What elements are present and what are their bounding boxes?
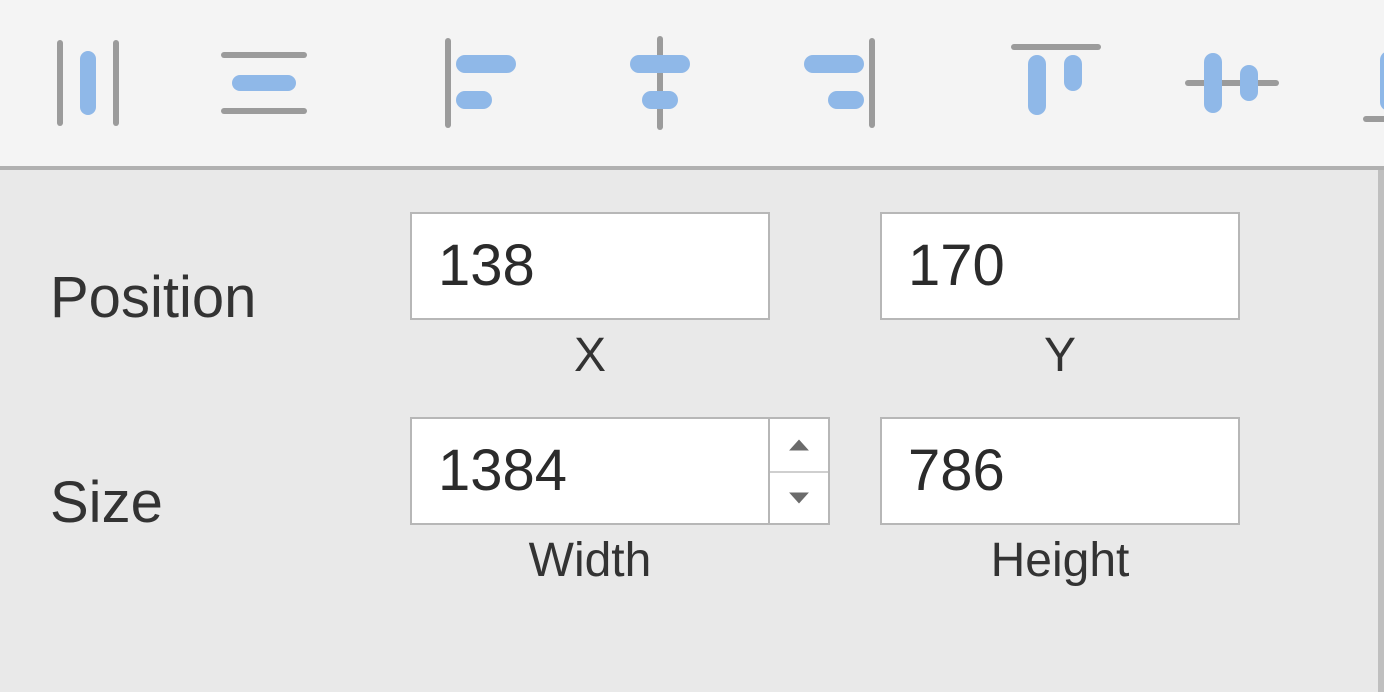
width-stepper xyxy=(770,417,830,525)
align-horizontal-group xyxy=(424,23,896,143)
position-x-sublabel: X xyxy=(410,328,770,383)
position-y-sublabel: Y xyxy=(880,328,1240,383)
size-label: Size xyxy=(50,469,410,536)
alignment-toolbar xyxy=(0,0,1384,170)
size-width-sublabel: Width xyxy=(410,533,770,588)
size-width-input[interactable]: 1384 xyxy=(410,417,770,525)
distribute-horizontal-icon[interactable] xyxy=(28,23,148,143)
align-left-icon[interactable] xyxy=(424,23,544,143)
align-top-icon[interactable] xyxy=(996,23,1116,143)
align-horizontal-center-icon[interactable] xyxy=(600,23,720,143)
position-x-input[interactable]: 138 xyxy=(410,212,770,320)
align-vertical-center-icon[interactable] xyxy=(1172,23,1292,143)
size-row: Size 1384 Width 786 Height xyxy=(50,417,1328,588)
position-y-input[interactable]: 170 xyxy=(880,212,1240,320)
align-right-icon[interactable] xyxy=(776,23,896,143)
size-height-input[interactable]: 786 xyxy=(880,417,1240,525)
distribute-vertical-icon[interactable] xyxy=(204,23,324,143)
align-vertical-group xyxy=(996,23,1384,143)
align-bottom-icon[interactable] xyxy=(1348,23,1384,143)
size-height-sublabel: Height xyxy=(880,533,1240,588)
distribute-group xyxy=(28,23,324,143)
width-step-down[interactable] xyxy=(770,471,828,523)
position-label: Position xyxy=(50,264,410,331)
width-step-up[interactable] xyxy=(770,419,828,471)
position-row: Position 138 X 170 Y xyxy=(50,212,1328,383)
transform-panel: Position 138 X 170 Y Size 1384 Width xyxy=(0,170,1384,692)
